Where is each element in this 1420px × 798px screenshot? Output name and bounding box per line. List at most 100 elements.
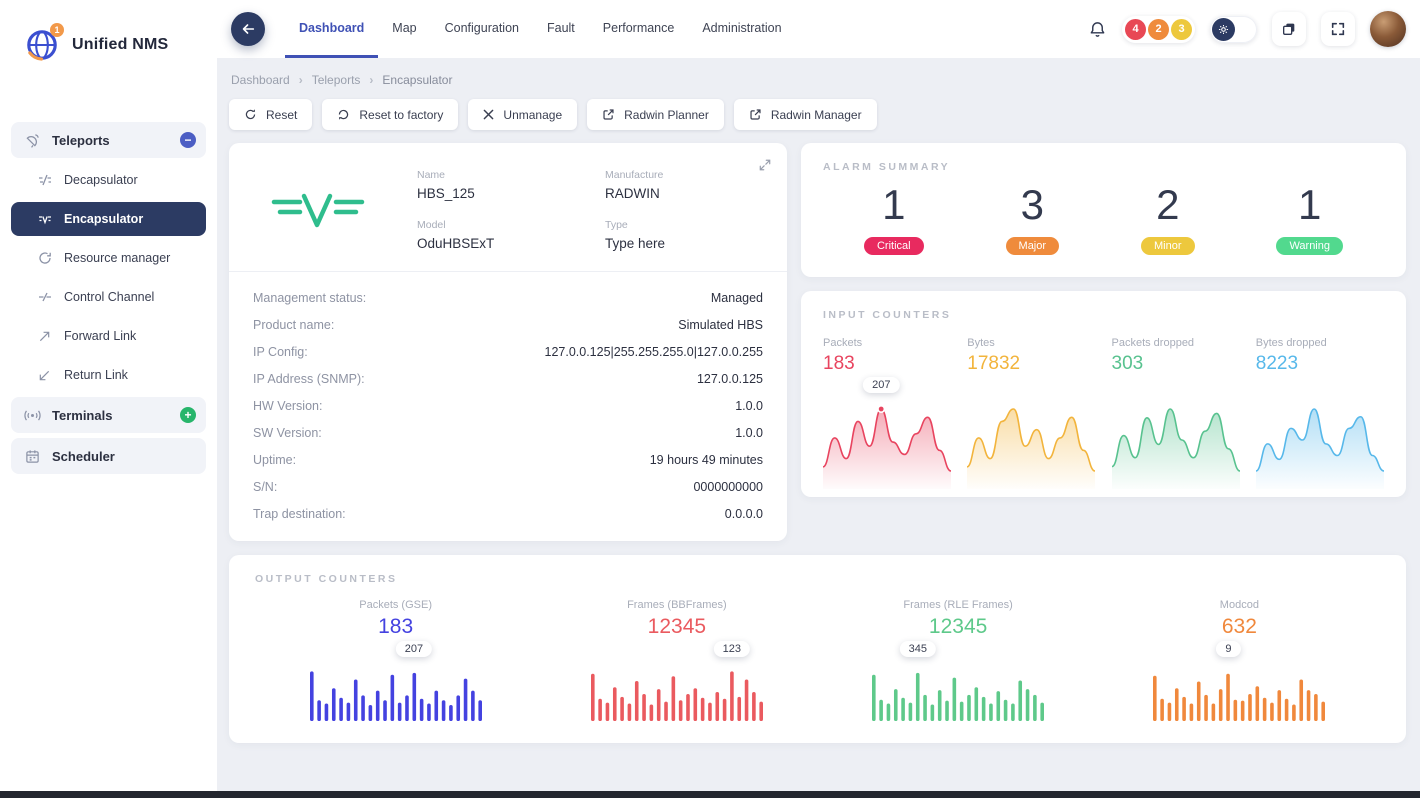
- packets-dropped-area-chart: [1111, 377, 1240, 490]
- external-link-icon: [750, 109, 761, 120]
- detail-value: Simulated HBS: [678, 317, 763, 332]
- input-counters: Packets 183 207 Bytes 17832 Packets drop…: [822, 337, 1384, 490]
- major-count-badge[interactable]: 2: [1148, 18, 1169, 40]
- device-card: Name HBS_125 Manufacture RADWIN Model Od…: [229, 143, 787, 541]
- sidebar-item-forward-link[interactable]: Forward Link: [11, 319, 206, 353]
- detail-row: Management status: Managed: [253, 284, 763, 311]
- detail-row: S/N: 0000000000: [253, 473, 763, 500]
- counter-value: 12345: [928, 615, 988, 638]
- tab-dashboard[interactable]: Dashboard: [285, 0, 379, 58]
- reset-to-factory-button[interactable]: Reset to factory: [322, 99, 459, 130]
- device-field-model: Model OduHBSExT: [417, 219, 575, 251]
- sidebar-item-teleports[interactable]: Teleports −: [11, 122, 206, 158]
- alarm-item-major: 3 Major: [1005, 182, 1060, 256]
- device-field-name: Name HBS_125: [417, 169, 575, 201]
- alarm-count: 2: [1156, 181, 1180, 228]
- counter-value: 183: [823, 353, 855, 375]
- chevron-right-icon: ›: [298, 73, 303, 87]
- radwin-planner-button[interactable]: Radwin Planner: [587, 99, 724, 130]
- sidebar-item-terminals[interactable]: Terminals +: [11, 397, 206, 433]
- back-button[interactable]: [231, 12, 265, 46]
- device-field-type: Type Type here: [605, 219, 763, 251]
- bell-icon[interactable]: [1088, 20, 1107, 39]
- detail-row: IP Address (SNMP): 127.0.0.125: [253, 365, 763, 392]
- sidebar-item-scheduler[interactable]: Scheduler: [11, 438, 206, 474]
- detail-row: IP Config: 127.0.0.125|255.255.255.0|127.…: [253, 338, 763, 365]
- expand-icon[interactable]: [759, 158, 771, 176]
- detail-label: S/N:: [253, 479, 278, 494]
- antenna-icon: [23, 409, 42, 422]
- detail-row: Uptime: 19 hours 49 minutes: [253, 446, 763, 473]
- tab-map[interactable]: Map: [378, 0, 430, 58]
- field-label: Manufacture: [605, 169, 664, 181]
- breadcrumb-item[interactable]: Teleports: [312, 73, 361, 87]
- sidebar-item-control-channel[interactable]: Control Channel: [11, 280, 206, 314]
- detail-value: 1.0.0: [735, 398, 763, 413]
- app-title: Unified NMS: [72, 36, 169, 53]
- counter-bytes-dropped: Bytes dropped 8223: [1255, 337, 1384, 490]
- counter-bytes: Bytes 17832: [966, 337, 1096, 490]
- tab-performance[interactable]: Performance: [589, 0, 689, 58]
- sidebar-item-return-link[interactable]: Return Link: [11, 358, 206, 392]
- counter-value: 12345: [647, 615, 707, 638]
- minor-count-badge[interactable]: 3: [1171, 18, 1192, 40]
- counter-label: Packets dropped: [1111, 337, 1195, 350]
- topbar: Dashboard Map Configuration Fault Perfor…: [217, 0, 1420, 58]
- window-bottom-edge: [0, 791, 1420, 798]
- unmanage-button[interactable]: Unmanage: [468, 99, 578, 130]
- tab-administration[interactable]: Administration: [688, 0, 795, 58]
- bytes-dropped-area-chart: [1255, 377, 1384, 490]
- field-value: RADWIN: [605, 186, 660, 201]
- packets-area-chart: 207: [822, 377, 952, 490]
- satellite-dish-icon: [23, 133, 42, 148]
- breadcrumb-item-current: Encapsulator: [382, 73, 453, 87]
- detail-value: 0000000000: [693, 479, 763, 494]
- tab-configuration[interactable]: Configuration: [431, 0, 533, 58]
- sidebar-item-label: Teleports: [52, 132, 110, 148]
- counter-packets-gse: Packets (GSE) 183 207: [255, 599, 536, 721]
- counter-value: 17832: [967, 353, 1021, 375]
- button-label: Radwin Planner: [624, 107, 709, 122]
- radwin-manager-button[interactable]: Radwin Manager: [733, 99, 877, 130]
- fullscreen-button[interactable]: [1321, 12, 1355, 46]
- sidebar-item-label: Scheduler: [52, 448, 115, 464]
- reset-button[interactable]: Reset: [229, 99, 313, 130]
- sidebar-item-label: Decapsulator: [64, 173, 138, 187]
- input-counters-card: INPUT COUNTERS Packets 183 207 Bytes 178…: [801, 291, 1406, 498]
- breadcrumb-item[interactable]: Dashboard: [231, 73, 290, 87]
- topbar-actions: 4 2 3: [1088, 11, 1406, 47]
- counter-label: Packets: [823, 337, 863, 350]
- detail-label: IP Config:: [253, 344, 308, 359]
- sidebar-item-resource-manager[interactable]: Resource manager: [11, 241, 206, 275]
- alarm-items: 1 Critical 3 Major 2 Minor 1 Warning: [823, 181, 1384, 256]
- sidebar-item-decapsulator[interactable]: Decapsulator: [11, 163, 206, 197]
- layers-icon: [1283, 23, 1295, 35]
- counter-value: 303: [1111, 353, 1144, 375]
- refresh-icon: [245, 109, 256, 120]
- button-label: Reset to factory: [359, 107, 444, 122]
- detail-row: Product name: Simulated HBS: [253, 311, 763, 338]
- sidebar-item-label: Forward Link: [64, 329, 137, 343]
- tab-fault[interactable]: Fault: [533, 0, 589, 58]
- layers-button[interactable]: [1272, 12, 1306, 46]
- calendar-icon: [23, 449, 42, 464]
- counter-frames-rle: Frames (RLE Frames) 12345 345: [818, 599, 1099, 721]
- detail-label: SW Version:: [253, 425, 322, 440]
- device-fields: Name HBS_125 Manufacture RADWIN Model Od…: [417, 169, 763, 251]
- content: Dashboard › Teleports › Encapsulator Res…: [217, 58, 1420, 798]
- detail-label: HW Version:: [253, 398, 323, 413]
- detail-label: Uptime:: [253, 452, 297, 467]
- counter-label: Bytes: [967, 337, 995, 350]
- fullscreen-icon: [1331, 22, 1345, 36]
- counter-frames-bbframes: Frames (BBFrames) 12345 123: [536, 599, 817, 721]
- expand-plus-icon[interactable]: +: [180, 407, 196, 423]
- critical-count-badge[interactable]: 4: [1125, 18, 1146, 40]
- collapse-icon[interactable]: −: [180, 132, 196, 148]
- frames-rle-bar-chart: 345: [872, 641, 1045, 721]
- counter-modcod: Modcod 632 9: [1099, 599, 1380, 721]
- sidebar-item-encapsulator[interactable]: Encapsulator: [11, 202, 206, 236]
- settings-toggle[interactable]: [1210, 15, 1257, 43]
- counter-value: 183: [378, 615, 414, 638]
- button-label: Unmanage: [503, 107, 563, 122]
- user-avatar[interactable]: [1370, 11, 1406, 47]
